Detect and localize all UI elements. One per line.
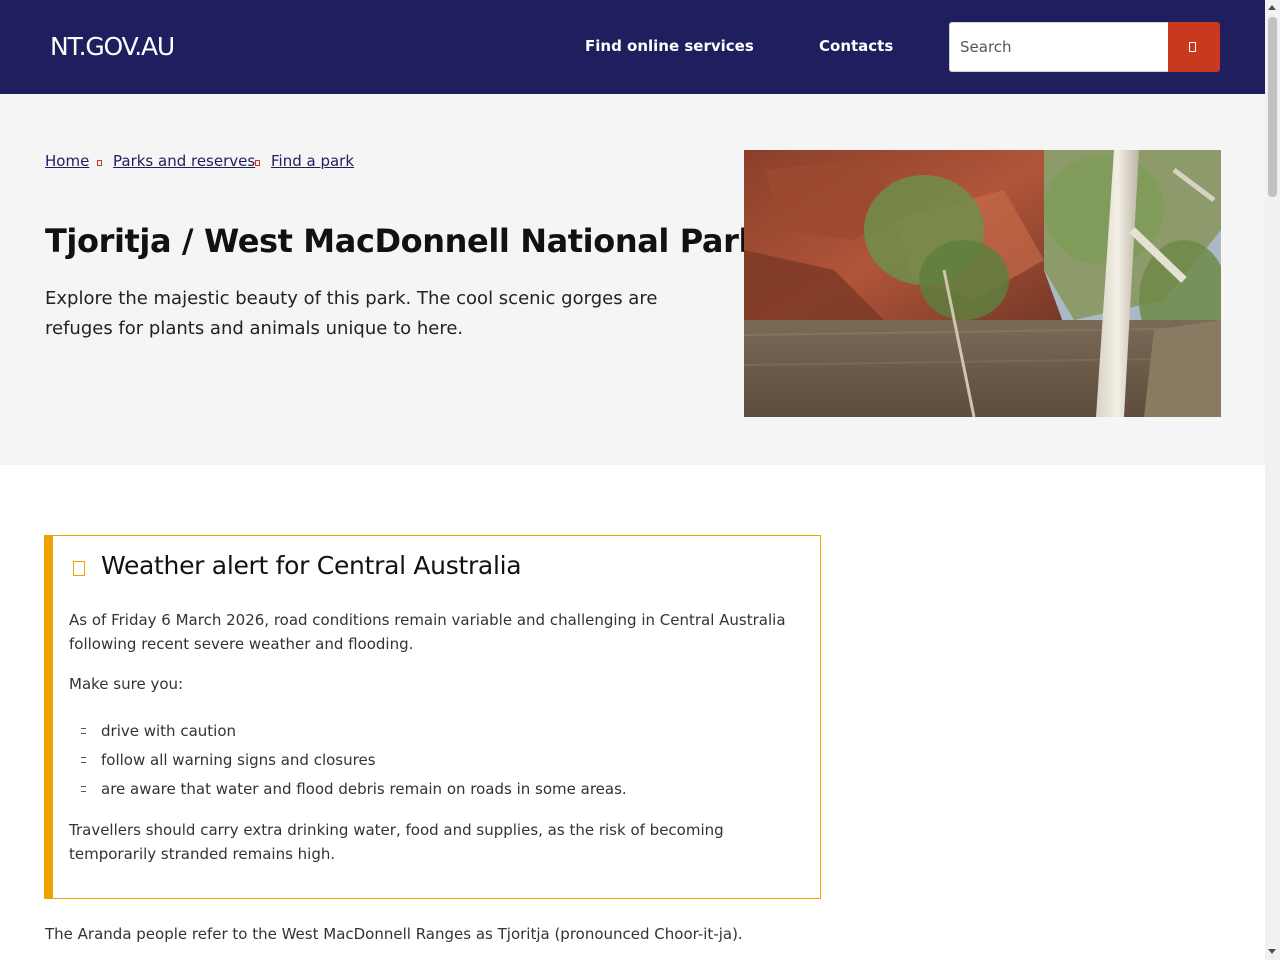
chevron-right-icon <box>97 160 102 166</box>
park-photo <box>744 150 1221 417</box>
search-icon <box>1189 42 1196 52</box>
alert-list: drive with caution follow all warning si… <box>69 719 627 806</box>
scroll-down-icon[interactable] <box>1268 949 1276 954</box>
page-intro: Explore the majestic beauty of this park… <box>45 288 658 339</box>
site-logo[interactable]: NT.GOV.AU <box>50 32 175 61</box>
warning-icon <box>73 561 85 576</box>
alert-paragraph: As of Friday 6 March 2026, road conditio… <box>69 611 786 653</box>
list-item: drive with caution <box>69 719 627 748</box>
scroll-up-icon[interactable] <box>1268 5 1276 10</box>
breadcrumb-parks-and-reserves[interactable]: Parks and reserves <box>113 152 255 170</box>
nav-contacts[interactable]: Contacts <box>819 37 893 55</box>
list-item-text: follow all warning signs and closures <box>101 751 376 769</box>
breadcrumb-find-a-park[interactable]: Find a park <box>271 152 354 170</box>
alert-paragraph: Travellers should carry extra drinking w… <box>69 821 724 863</box>
body-paragraph: The Aranda people refer to the West MacD… <box>45 925 743 943</box>
alert-title: Weather alert for Central Australia <box>101 551 522 580</box>
hero-section: Home Parks and reserves Find a park Tjor… <box>0 94 1265 465</box>
page-scrollbar[interactable] <box>1265 0 1280 960</box>
page-title: Tjoritja / West MacDonnell National Park <box>45 222 760 260</box>
search-input[interactable] <box>949 22 1168 72</box>
breadcrumb-home[interactable]: Home <box>45 152 89 170</box>
bullet-icon <box>81 728 86 734</box>
bullet-icon <box>81 786 86 792</box>
bullet-icon <box>81 757 86 763</box>
nav-find-online-services[interactable]: Find online services <box>585 37 754 55</box>
list-item: follow all warning signs and closures <box>69 748 627 777</box>
alert-paragraph: Make sure you: <box>69 675 184 693</box>
search-button[interactable] <box>1168 22 1220 72</box>
scrollbar-thumb[interactable] <box>1268 17 1277 197</box>
site-header: NT.GOV.AU Find online services Contacts <box>0 0 1265 94</box>
list-item-text: drive with caution <box>101 722 236 740</box>
weather-alert: Weather alert for Central Australia As o… <box>44 535 821 899</box>
list-item: are aware that water and flood debris re… <box>69 777 627 806</box>
chevron-right-icon <box>255 160 260 166</box>
list-item-text: are aware that water and flood debris re… <box>101 780 627 798</box>
